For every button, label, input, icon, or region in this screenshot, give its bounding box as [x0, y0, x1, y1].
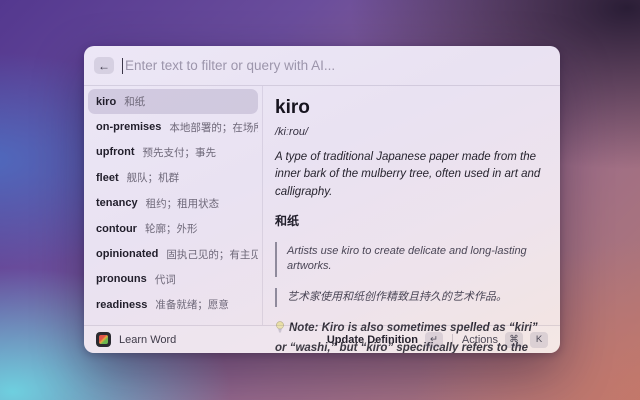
word-title: kiro	[275, 97, 310, 118]
list-item-translation: 和纸	[124, 96, 146, 109]
list-item-word: upfront	[96, 146, 135, 159]
search-input[interactable]: Enter text to filter or query with AI...	[125, 58, 550, 73]
list-item[interactable]: tenancy 租约；租用状态	[88, 191, 258, 216]
k-key-badge: K	[530, 331, 548, 348]
example-quote: Artists use kiro to create delicate and …	[275, 241, 548, 277]
list-item[interactable]: opinionated 固执己见的；有主见的	[88, 241, 258, 266]
learn-word-app-icon	[96, 332, 111, 347]
list-item-translation: 轮廓；外形	[144, 223, 198, 236]
list-item[interactable]: pronouns 代词	[88, 267, 258, 292]
extension-name: Learn Word	[119, 333, 177, 346]
return-key-badge: ↵	[424, 331, 443, 348]
list-item-word: contour	[96, 222, 137, 235]
list-item-translation: 租约；租用状态	[145, 197, 220, 210]
list-item-translation: 准备就绪；愿意	[155, 299, 229, 312]
back-button[interactable]: ←	[94, 57, 114, 74]
footer-action-bar: Learn Word Update Definition ↵ Actions ⌘…	[84, 325, 560, 353]
search-bar: ← Enter text to filter or query with AI.…	[84, 46, 560, 86]
list-item-word: opinionated	[96, 248, 159, 261]
word-list: kiro 和纸 on-premises 本地部署的；在场所内的 upfront 预先支付；…	[84, 86, 263, 325]
cmd-key-badge: ⌘	[505, 331, 523, 348]
list-item-word: on-premises	[96, 121, 162, 134]
word-translation: 和纸	[275, 213, 300, 228]
list-item[interactable]: on-premises 本地部署的；在场所内的	[88, 114, 258, 139]
list-item-word: readiness	[96, 298, 148, 311]
list-item-word: kiro	[96, 95, 117, 108]
desktop-wallpaper: ← Enter text to filter or query with AI.…	[0, 0, 640, 400]
list-item[interactable]: kiro 和纸	[88, 89, 258, 115]
actions-menu-button[interactable]: Actions	[462, 334, 498, 346]
list-item-word: fleet	[96, 171, 119, 184]
example-list: Artists use kiro to create delicate and …	[275, 241, 548, 307]
list-item-translation: 本地部署的；在场所内的	[169, 121, 258, 134]
list-item[interactable]: upfront 预先支付；事先	[88, 140, 258, 165]
example-quote: 艺术家使用和纸创作精致且持久的艺术作品。	[275, 287, 548, 307]
word-detail-panel: kiro /kiːrou/ A type of traditional Japa…	[263, 86, 560, 353]
primary-action-button[interactable]: Update Definition	[327, 334, 418, 346]
text-caret	[122, 57, 123, 74]
list-item-word: tenancy	[96, 197, 138, 210]
list-item[interactable]: fleet 舰队；机群	[88, 165, 258, 190]
list-item[interactable]: contour 轮廓；外形	[88, 216, 258, 241]
list-item-translation: 代词	[154, 273, 176, 286]
word-definition: A type of traditional Japanese paper mad…	[275, 151, 541, 198]
word-pronunciation: /kiːrou/	[275, 126, 309, 138]
launcher-window: ← Enter text to filter or query with AI.…	[84, 46, 560, 353]
list-item-translation: 舰队；机群	[126, 172, 180, 185]
footer-divider	[451, 333, 453, 346]
list-item-word: pronouns	[96, 273, 147, 286]
list-item-translation: 预先支付；事先	[142, 146, 216, 159]
list-item[interactable]: readiness 准备就绪；愿意	[88, 292, 258, 317]
list-item-translation: 固执己见的；有主见的	[166, 248, 258, 261]
main-content: kiro 和纸 on-premises 本地部署的；在场所内的 upfront 预先支付；…	[84, 86, 560, 353]
back-arrow-icon: ←	[98, 58, 110, 73]
